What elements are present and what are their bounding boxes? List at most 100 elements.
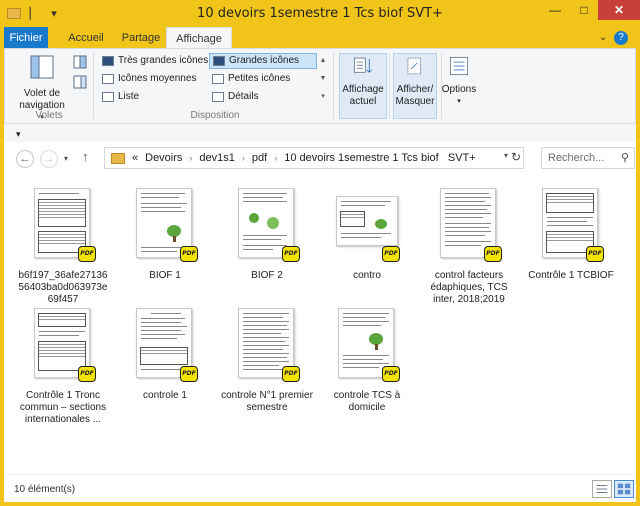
forward-arrow-icon[interactable]: →: [40, 150, 58, 168]
ribbon: Volet de navigation ▾ Volets Très grande…: [4, 48, 636, 124]
pdf-thumbnail: PDF: [32, 184, 96, 262]
file-item[interactable]: PDF Contrôle 1 Tronc commun – sections i…: [16, 304, 110, 426]
pdf-thumbnail: PDF: [438, 184, 502, 262]
pdf-badge-icon: PDF: [484, 246, 502, 262]
file-item[interactable]: PDF contro: [320, 184, 414, 282]
status-bar: 10 élément(s): [4, 474, 636, 502]
folder-icon: [111, 152, 125, 164]
pdf-thumbnail: PDF: [32, 304, 96, 382]
search-icon[interactable]: ⚲: [621, 151, 629, 164]
address-dropdown-icon[interactable]: ▾: [504, 151, 508, 160]
medium-icons-icon: [102, 74, 114, 84]
explorer-window: ▏ ▾ 10 devoirs 1semestre 1 Tcs biof SVT+…: [0, 0, 640, 506]
pdf-badge-icon: PDF: [180, 246, 198, 262]
layout-extra-large-icons[interactable]: Très grandes icônes: [99, 53, 211, 69]
breadcrumb-separator-icon[interactable]: ›: [242, 153, 245, 163]
pdf-thumbnail: PDF: [336, 304, 400, 382]
large-icons-icon: [213, 56, 225, 66]
pdf-badge-icon: PDF: [586, 246, 604, 262]
file-name: contro: [353, 270, 381, 281]
back-arrow-icon[interactable]: ←: [16, 150, 34, 168]
file-name: Contrôle 1 TCBIOF: [528, 270, 614, 281]
show-hide-label: Afficher/ Masquer: [395, 84, 435, 107]
customize-arrow-icon[interactable]: ▾: [16, 129, 21, 140]
chevron-down-icon: ▾: [457, 98, 461, 105]
options-button[interactable]: Options ▾: [437, 55, 481, 108]
large-icons-view-toggle-icon[interactable]: [614, 480, 634, 498]
file-name: controle N°1 premier semestre: [221, 390, 313, 413]
show-hide-button[interactable]: Afficher/ Masquer: [391, 55, 439, 108]
breadcrumb-current-folder[interactable]: 10 devoirs 1semestre 1 Tcs biof SVT+: [284, 152, 475, 164]
search-input[interactable]: Recherch... ⚲: [541, 147, 635, 169]
file-name: BIOF 1: [149, 270, 181, 281]
file-item[interactable]: PDF controle N°1 premier semestre: [220, 304, 314, 414]
layout-list[interactable]: Liste: [99, 89, 142, 105]
file-name: BIOF 2: [251, 270, 283, 281]
tab-file[interactable]: Fichier: [4, 27, 48, 49]
item-count: 10 élément(s): [14, 484, 76, 495]
layout-more-icon[interactable]: ▾: [318, 89, 328, 105]
tab-share[interactable]: Partage: [114, 27, 168, 49]
navigation-bar: ← → ▾ ↑ « Devoirs › dev1s1 › pdf › 10 de…: [4, 142, 636, 176]
breadcrumb-separator-icon[interactable]: ›: [189, 153, 192, 163]
tab-home[interactable]: Accueil: [58, 27, 114, 49]
recent-locations-icon[interactable]: ▾: [64, 154, 68, 163]
file-item[interactable]: PDF b6f197_36afe2713656403ba0d063973e69f…: [16, 184, 110, 306]
small-icons-icon: [212, 74, 224, 84]
pdf-thumbnail: PDF: [336, 184, 400, 262]
maximize-button[interactable]: □: [571, 0, 597, 20]
pdf-badge-icon: PDF: [282, 246, 300, 262]
ribbon-tabs: Fichier Accueil Partage Affichage ⌄ ?: [4, 27, 636, 49]
layout-details[interactable]: Détails: [209, 89, 262, 105]
help-icon[interactable]: ?: [614, 31, 628, 45]
details-view-toggle-icon[interactable]: [592, 480, 612, 498]
file-item[interactable]: PDF BIOF 1: [118, 184, 212, 282]
layout-scroll-down-icon[interactable]: ▼: [318, 71, 328, 87]
pdf-thumbnail: PDF: [540, 184, 604, 262]
refresh-icon[interactable]: ↻: [511, 150, 521, 164]
ribbon-subbar: ▾: [4, 124, 636, 142]
pdf-badge-icon: PDF: [78, 246, 96, 262]
up-arrow-icon[interactable]: ↑: [82, 149, 89, 164]
pdf-badge-icon: PDF: [382, 246, 400, 262]
breadcrumb-overflow[interactable]: «: [132, 152, 138, 164]
navigation-pane-icon: [30, 55, 54, 79]
file-item[interactable]: PDF controle TCS à domicile: [320, 304, 414, 414]
file-name: Contrôle 1 Tronc commun – sections inter…: [19, 390, 107, 425]
pdf-thumbnail: PDF: [236, 304, 300, 382]
layout-scroll-up-icon[interactable]: ▲: [318, 53, 328, 69]
details-pane-icon[interactable]: [73, 75, 87, 89]
file-item[interactable]: PDF BIOF 2: [220, 184, 314, 282]
file-name: control facteurs édaphiques, TCS inter, …: [430, 270, 508, 305]
extra-large-icons-icon: [102, 56, 114, 66]
tab-view[interactable]: Affichage: [166, 27, 232, 49]
file-item[interactable]: PDF control facteurs édaphiques, TCS int…: [422, 184, 516, 306]
show-hide-icon: [407, 57, 421, 75]
ribbon-collapse-icon[interactable]: ⌄: [599, 32, 607, 43]
layout-large-icons[interactable]: Grandes icônes: [209, 53, 317, 69]
breadcrumb-dev1s1[interactable]: dev1s1: [199, 152, 234, 164]
breadcrumb-separator-icon[interactable]: ›: [274, 153, 277, 163]
current-view-label: Affichage actuel: [342, 84, 384, 107]
ribbon-help: ⌄ ?: [599, 31, 628, 45]
options-label: Options: [441, 84, 477, 95]
breadcrumb-pdf[interactable]: pdf: [252, 152, 267, 164]
pdf-thumbnail: PDF: [134, 184, 198, 262]
breadcrumb-devoirs[interactable]: Devoirs: [145, 152, 182, 164]
file-item[interactable]: PDF Contrôle 1 TCBIOF: [524, 184, 618, 282]
navigation-pane-label: Volet de navigation: [19, 88, 65, 111]
preview-pane-icon[interactable]: [73, 55, 87, 69]
pdf-badge-icon: PDF: [180, 366, 198, 382]
address-bar[interactable]: « Devoirs › dev1s1 › pdf › 10 devoirs 1s…: [104, 147, 524, 169]
layout-group-label: Disposition: [190, 110, 240, 121]
search-placeholder: Recherch...: [548, 152, 605, 164]
minimize-button[interactable]: —: [542, 0, 568, 20]
file-item[interactable]: PDF controle 1: [118, 304, 212, 402]
layout-small-icons[interactable]: Petites icônes: [209, 71, 293, 87]
layout-medium-icons[interactable]: Icônes moyennes: [99, 71, 199, 87]
close-button[interactable]: ✕: [598, 0, 640, 20]
details-icon: [212, 92, 224, 102]
current-view-button[interactable]: Affichage actuel: [339, 55, 387, 108]
file-list: PDF b6f197_36afe2713656403ba0d063973e69f…: [4, 176, 636, 474]
file-name: controle 1: [143, 390, 187, 401]
